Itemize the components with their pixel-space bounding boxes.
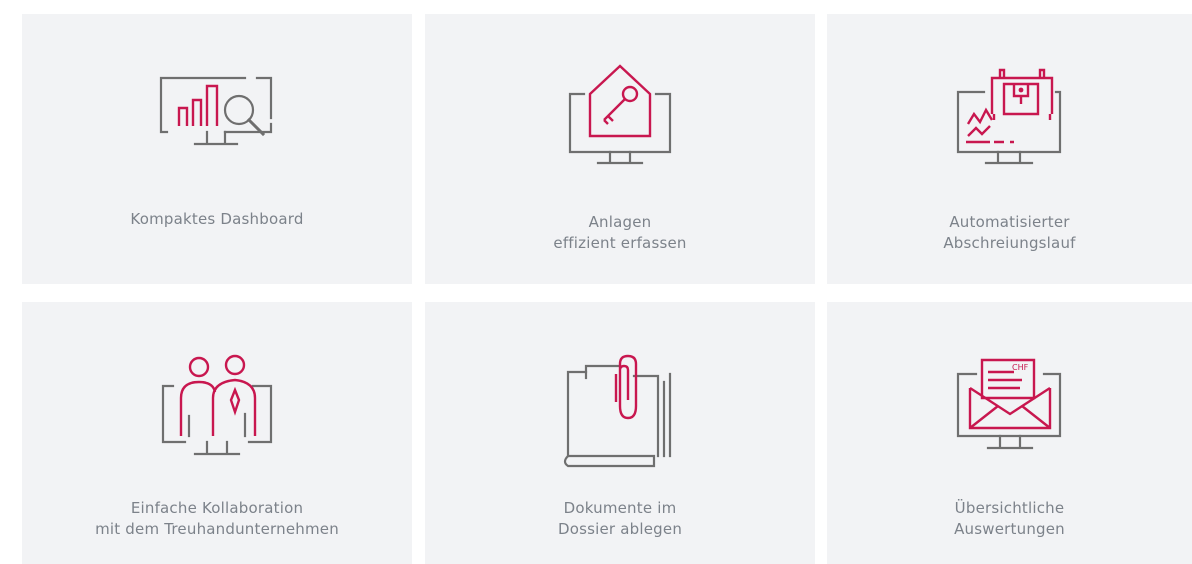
document-clip-icon	[563, 354, 672, 468]
feature-grid: Kompaktes Dashboard Anlagen effizient er…	[0, 0, 1192, 564]
collaboration-people-icon	[161, 354, 273, 456]
feature-card-collaboration: Einfache Kollaboration mit dem Treuhandu…	[22, 302, 412, 564]
feature-label: Dokumente im Dossier ablegen	[557, 499, 683, 538]
feature-card-reports: CHF Übersichtliche Auswertungen	[827, 302, 1192, 564]
house-key-icon	[568, 64, 672, 165]
feature-label: Kompaktes Dashboard	[130, 210, 304, 228]
feature-card-documents: Dokumente im Dossier ablegen	[425, 302, 815, 564]
feature-label: Einfache Kollaboration mit dem Treuhandu…	[95, 499, 339, 538]
chf-label: CHF	[1012, 363, 1029, 372]
feature-card-dashboard: Kompaktes Dashboard	[22, 14, 412, 284]
dashboard-chart-icon	[159, 76, 273, 146]
feature-label: Übersichtliche Auswertungen	[954, 499, 1065, 538]
machine-depreciation-icon	[956, 68, 1061, 165]
feature-label: Automatisierter Abschreiungslauf	[943, 213, 1076, 252]
report-envelope-icon: CHF	[956, 358, 1061, 450]
feature-card-depreciation: Automatisierter Abschreiungslauf	[827, 14, 1192, 284]
feature-label: Anlagen effizient erfassen	[553, 213, 687, 252]
feature-card-assets: Anlagen effizient erfassen	[425, 14, 815, 284]
